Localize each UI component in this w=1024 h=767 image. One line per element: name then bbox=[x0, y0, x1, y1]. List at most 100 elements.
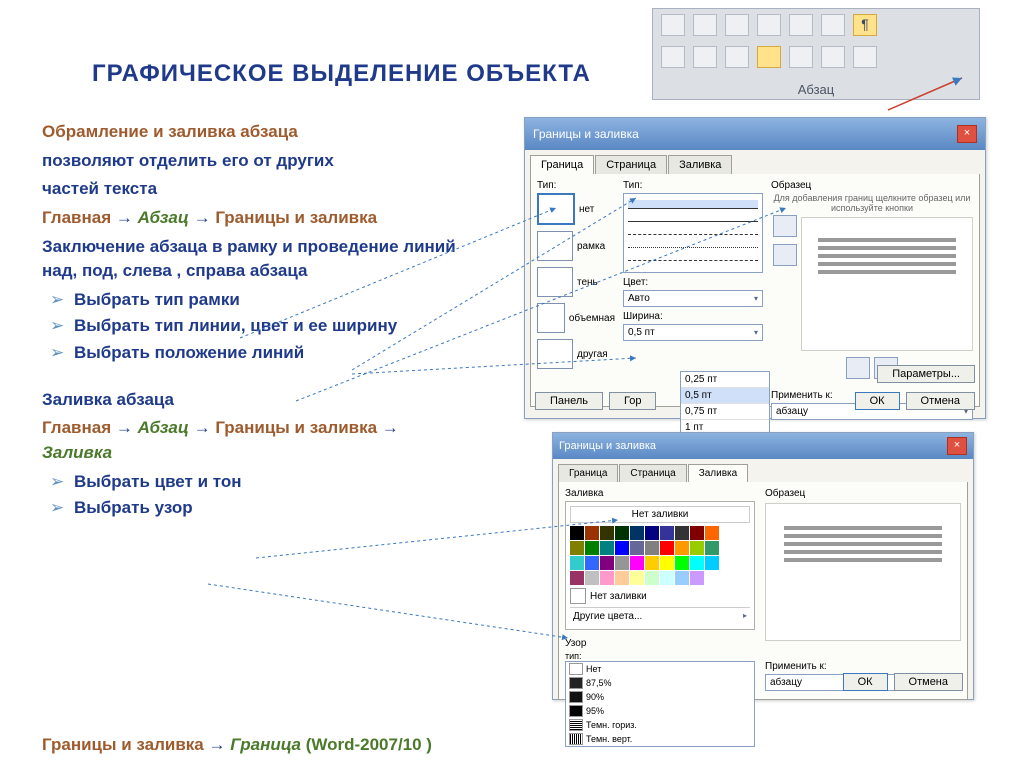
ok-button[interactable]: ОК bbox=[855, 392, 900, 410]
close-icon[interactable]: × bbox=[947, 437, 967, 455]
cancel-button[interactable]: Отмена bbox=[906, 392, 975, 410]
shading-icon[interactable] bbox=[821, 46, 845, 68]
content-text: Обрамление и заливка абзаца позволяют от… bbox=[42, 120, 472, 523]
color-swatch[interactable] bbox=[690, 541, 704, 555]
numbering-icon[interactable] bbox=[693, 14, 717, 36]
color-swatch[interactable] bbox=[615, 571, 629, 585]
color-swatch[interactable] bbox=[675, 571, 689, 585]
align-left-icon[interactable] bbox=[661, 46, 685, 68]
shading-dialog: Границы и заливка × Граница Страница Зал… bbox=[552, 432, 974, 700]
color-swatch[interactable] bbox=[570, 571, 584, 585]
color-swatch[interactable] bbox=[660, 526, 674, 540]
color-swatch[interactable] bbox=[585, 556, 599, 570]
color-swatch[interactable] bbox=[615, 526, 629, 540]
border-top-btn[interactable] bbox=[773, 215, 797, 237]
indent-inc-icon[interactable] bbox=[789, 14, 813, 36]
width-dropdown[interactable]: 0,25 пт 0,5 пт 0,75 пт 1 пт bbox=[680, 371, 770, 437]
color-swatch[interactable] bbox=[570, 556, 584, 570]
color-swatch[interactable] bbox=[585, 571, 599, 585]
fill-heading: Заливка абзаца bbox=[42, 388, 472, 413]
pattern-list[interactable]: Нет 87,5% 90% 95% Темн. гориз. Темн. вер… bbox=[565, 661, 755, 747]
color-swatch[interactable] bbox=[630, 541, 644, 555]
border-box[interactable] bbox=[537, 231, 573, 261]
tab-page[interactable]: Страница bbox=[595, 155, 667, 174]
close-icon[interactable]: × bbox=[957, 125, 977, 143]
ok-button2[interactable]: ОК bbox=[843, 673, 888, 691]
color-swatch[interactable] bbox=[645, 571, 659, 585]
bullets-icon[interactable] bbox=[661, 14, 685, 36]
intro2: позволяют отделить его от других bbox=[42, 149, 472, 174]
bullet-1: Выбрать тип рамки bbox=[74, 288, 472, 313]
params-button[interactable]: Параметры... bbox=[877, 365, 975, 383]
color-swatch[interactable] bbox=[705, 556, 719, 570]
color-swatch[interactable] bbox=[630, 526, 644, 540]
line-spacing-icon[interactable] bbox=[789, 46, 813, 68]
multilevel-icon[interactable] bbox=[725, 14, 749, 36]
color-swatch[interactable] bbox=[660, 571, 674, 585]
color-swatch[interactable] bbox=[570, 526, 584, 540]
color-palette[interactable]: Нет заливки Нет заливки Другие цвета...▸ bbox=[565, 501, 755, 630]
color-select[interactable]: Авто▾ bbox=[623, 290, 763, 307]
border-custom[interactable] bbox=[537, 339, 573, 369]
horiz-button[interactable]: Гор bbox=[609, 392, 656, 410]
tab-page2[interactable]: Страница bbox=[619, 464, 686, 482]
color-swatch[interactable] bbox=[705, 571, 719, 585]
color-swatch[interactable] bbox=[645, 541, 659, 555]
color-swatch[interactable] bbox=[630, 556, 644, 570]
bullet-3: Выбрать положение линий bbox=[74, 341, 472, 366]
color-swatch[interactable] bbox=[675, 541, 689, 555]
panel-button[interactable]: Панель bbox=[535, 392, 603, 410]
color-swatch[interactable] bbox=[585, 541, 599, 555]
dialog2-titlebar: Границы и заливка × bbox=[553, 433, 973, 459]
pilcrow-icon[interactable]: ¶ bbox=[853, 14, 877, 36]
line-style-list[interactable] bbox=[623, 193, 763, 273]
color-swatch[interactable] bbox=[690, 526, 704, 540]
color-swatch[interactable] bbox=[585, 526, 599, 540]
fill-preview bbox=[765, 503, 961, 641]
cancel-button2[interactable]: Отмена bbox=[894, 673, 963, 691]
border-bottom-btn[interactable] bbox=[773, 244, 797, 266]
borders-dialog: Границы и заливка × Граница Страница Зал… bbox=[524, 117, 986, 419]
tab-border2[interactable]: Граница bbox=[558, 464, 618, 482]
indent-dec-icon[interactable] bbox=[757, 14, 781, 36]
color-swatch[interactable] bbox=[675, 556, 689, 570]
color-swatch[interactable] bbox=[690, 571, 704, 585]
borders-icon[interactable] bbox=[853, 46, 877, 68]
align-justify-icon[interactable] bbox=[757, 46, 781, 68]
tab-fill2[interactable]: Заливка bbox=[688, 464, 749, 482]
color-swatch[interactable] bbox=[705, 526, 719, 540]
tab-border[interactable]: Граница bbox=[530, 155, 594, 174]
color-swatch[interactable] bbox=[660, 556, 674, 570]
border-3d[interactable] bbox=[537, 303, 565, 333]
color-swatch[interactable] bbox=[645, 556, 659, 570]
color-swatch[interactable] bbox=[660, 541, 674, 555]
color-swatch[interactable] bbox=[600, 541, 614, 555]
color-swatch[interactable] bbox=[615, 556, 629, 570]
color-swatch[interactable] bbox=[705, 541, 719, 555]
bullet-2: Выбрать тип линии, цвет и ее ширину bbox=[74, 314, 472, 339]
ribbon-label: Абзац bbox=[653, 82, 979, 97]
align-right-icon[interactable] bbox=[725, 46, 749, 68]
border-none[interactable] bbox=[537, 193, 575, 225]
dialog1-titlebar: Границы и заливка × bbox=[525, 118, 985, 150]
intro-bold: Обрамление и заливка абзаца bbox=[42, 122, 298, 141]
bullet-4: Выбрать цвет и тон bbox=[74, 470, 472, 495]
tab-fill[interactable]: Заливка bbox=[668, 155, 732, 174]
border-preview bbox=[801, 217, 973, 351]
color-swatch[interactable] bbox=[615, 541, 629, 555]
width-select[interactable]: 0,5 пт▾ bbox=[623, 324, 763, 341]
color-swatch[interactable] bbox=[600, 526, 614, 540]
color-swatch[interactable] bbox=[690, 556, 704, 570]
sort-icon[interactable] bbox=[821, 14, 845, 36]
color-swatch[interactable] bbox=[675, 526, 689, 540]
color-swatch[interactable] bbox=[600, 556, 614, 570]
border-left-btn[interactable] bbox=[846, 357, 870, 379]
color-swatch[interactable] bbox=[600, 571, 614, 585]
color-swatch[interactable] bbox=[645, 526, 659, 540]
ribbon-paragraph: ¶ Абзац bbox=[652, 8, 980, 100]
border-shadow[interactable] bbox=[537, 267, 573, 297]
color-swatch[interactable] bbox=[570, 541, 584, 555]
align-center-icon[interactable] bbox=[693, 46, 717, 68]
intro3: частей текста bbox=[42, 177, 472, 202]
color-swatch[interactable] bbox=[630, 571, 644, 585]
